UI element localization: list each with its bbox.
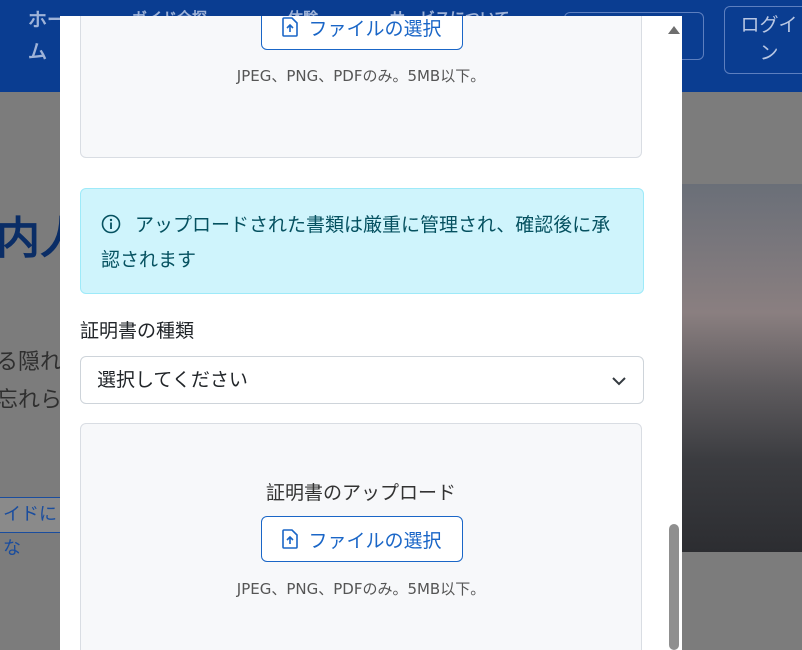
alert-text: アップロードされた書類は厳重に管理され、確認後に承認されます (101, 214, 611, 271)
info-circle-icon (101, 212, 121, 244)
upload-title: 証明書のアップロード (265, 482, 456, 504)
certificate-type-select[interactable]: 選択してください (80, 356, 644, 404)
login-button[interactable]: ログイ ン (724, 6, 802, 74)
login-label-line2: ン (759, 42, 779, 64)
file-select-label: ファイルの選択 (308, 529, 442, 552)
chevron-down-icon (612, 377, 626, 386)
info-alert: アップロードされた書類は厳重に管理され、確認後に承認されます (80, 188, 644, 294)
file-select-label-top: ファイルの選択 (308, 17, 442, 40)
nav-home-line2[interactable]: ム (28, 38, 47, 66)
upload-dropzone-top[interactable]: ファイルの選択 JPEG、PNG、PDFのみ。5MB以下。 (80, 16, 642, 158)
hero-text-line2: 忘れら (0, 388, 63, 413)
file-hint: JPEG、PNG、PDFのみ。5MB以下。 (236, 580, 486, 598)
upload-dropzone-certificate[interactable]: 証明書のアップロード ファイルの選択 JPEG、PNG、PDFのみ。5MB以下。 (80, 423, 642, 650)
certificate-type-label: 証明書の種類 (80, 320, 195, 342)
file-select-button[interactable]: ファイルの選択 (261, 516, 463, 562)
login-label-line1: ログイ (740, 14, 798, 36)
file-upload-icon (282, 529, 299, 549)
file-upload-icon (282, 17, 299, 37)
hero-text-line1: る隠れ (0, 350, 63, 375)
file-select-button-top[interactable]: ファイルの選択 (261, 16, 463, 50)
scroll-thumb[interactable] (669, 524, 679, 650)
hero-photo (682, 184, 802, 552)
modal-scrollbar[interactable] (666, 16, 682, 650)
verification-modal: ファイルの選択 JPEG、PNG、PDFのみ。5MB以下。 アップロードされた書… (60, 16, 682, 650)
scroll-up-arrow-icon[interactable] (668, 26, 680, 34)
certificate-type-value: 選択してください (97, 369, 248, 391)
file-hint-top: JPEG、PNG、PDFのみ。5MB以下。 (236, 67, 486, 85)
